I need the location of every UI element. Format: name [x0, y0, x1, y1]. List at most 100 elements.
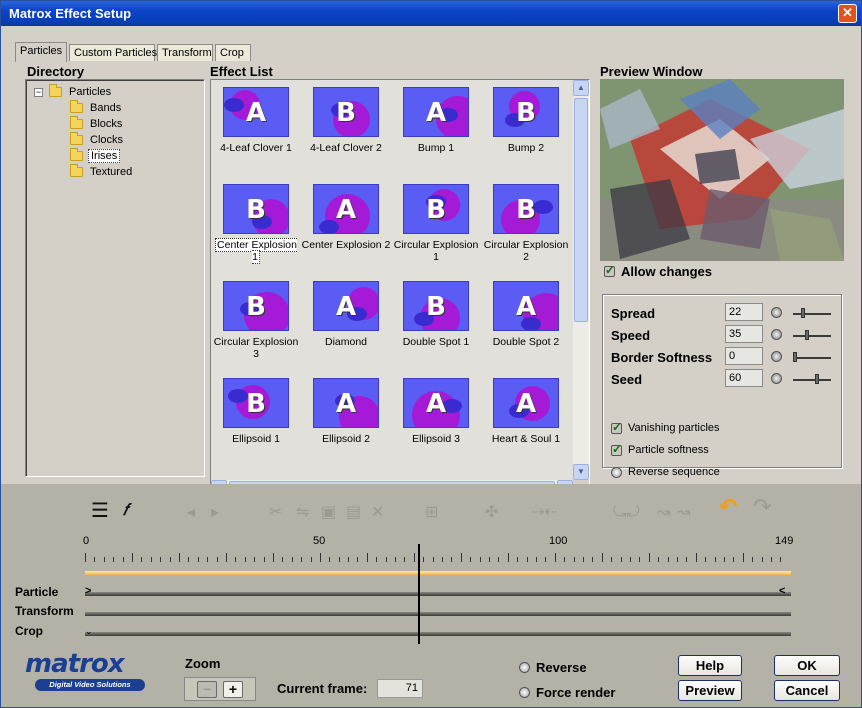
mirror-icon[interactable]: ⇢⇠ [531, 503, 558, 521]
effect-item[interactable]: B Circular Explosion 3 [211, 278, 301, 374]
spread-knob-icon[interactable] [771, 307, 782, 318]
effect-item[interactable]: B Circular Explosion 1 [391, 181, 481, 277]
border-softness-slider-thumb[interactable] [793, 352, 797, 362]
paste-special-icon[interactable]: ▤ [346, 503, 361, 521]
tab-crop[interactable]: Crop [215, 44, 251, 61]
undo-icon[interactable]: ↶ [719, 497, 737, 519]
track-end-marker[interactable]: < [779, 585, 785, 597]
seed-value-input[interactable]: 60 [725, 369, 763, 387]
tree-label: Particles [69, 86, 112, 98]
tree-item-textured[interactable]: Textured [70, 164, 134, 180]
ok-button[interactable]: OK [774, 655, 840, 676]
crop-track[interactable] [85, 632, 791, 636]
border-softness-knob-icon[interactable] [771, 351, 782, 362]
delete-icon[interactable]: ✕ [371, 503, 384, 521]
title-bar[interactable]: Matrox Effect Setup ✕ [1, 1, 861, 26]
zoom-out-button[interactable]: − [197, 681, 217, 698]
effect-item[interactable]: A Center Explosion 2 [301, 181, 391, 277]
border-softness-slider-track[interactable] [793, 357, 831, 359]
current-frame-input[interactable]: 71 [377, 679, 423, 698]
seed-slider-track[interactable] [793, 379, 831, 381]
vertical-scrollbar[interactable]: ▲ ▼ [573, 80, 589, 480]
effect-item[interactable]: B Ellipsoid 1 [211, 375, 301, 471]
next-keyframe-icon[interactable]: ▸ [211, 503, 219, 521]
effect-item[interactable]: A Ellipsoid 3 [391, 375, 481, 471]
particle-track[interactable] [85, 592, 791, 596]
cut-icon[interactable]: ✂ [269, 503, 282, 521]
tab-particles[interactable]: Particles [15, 42, 67, 62]
keyframe-list-icon[interactable]: ☰ [91, 500, 109, 520]
collapse-icon[interactable]: − [34, 87, 43, 97]
spread-slider-track[interactable] [793, 313, 831, 315]
tab-transform[interactable]: Transform [157, 44, 213, 61]
preview-header: Preview Window [600, 64, 703, 79]
close-button[interactable]: ✕ [838, 4, 857, 23]
vertical-scroll-thumb[interactable] [574, 98, 588, 322]
add-keyframe-icon[interactable]: ✣ [485, 503, 498, 521]
scroll-down-icon[interactable]: ▼ [573, 464, 589, 480]
fit-timeline-icon[interactable]: ⊞ [425, 503, 438, 521]
tree-item-bands[interactable]: Bands [70, 100, 123, 116]
transform-track[interactable] [85, 612, 791, 616]
seed-slider-thumb[interactable] [815, 374, 819, 384]
effect-item[interactable]: A Bump 1 [391, 84, 481, 180]
timeline-range-bar[interactable] [85, 571, 791, 576]
crop-track-marker[interactable]: ⌄ [85, 626, 93, 637]
tree-item-clocks[interactable]: Clocks [70, 132, 125, 148]
seed-knob-icon[interactable] [771, 373, 782, 384]
tree-item-irises[interactable]: Irises [70, 148, 121, 164]
preview-button[interactable]: Preview [678, 680, 742, 701]
ruler-tick [470, 557, 471, 562]
speed-slider-thumb[interactable] [805, 330, 809, 340]
scroll-up-icon[interactable]: ▲ [573, 80, 589, 96]
effect-item[interactable]: A Diamond [301, 278, 391, 374]
previous-keyframe-icon[interactable]: ◂ [187, 503, 195, 521]
allow-changes-checkbox[interactable]: Allow changes [604, 263, 712, 279]
help-button[interactable]: Help [678, 655, 742, 676]
vanishing-particles-checkbox[interactable]: Vanishing particles [611, 420, 720, 434]
keyframe-toggle-icon[interactable]: 𝑓 [123, 501, 128, 519]
effect-label-text: Circular Explosion 2 [483, 239, 569, 263]
effect-item[interactable]: B 4-Leaf Clover 2 [301, 84, 391, 180]
tree-item-blocks[interactable]: Blocks [70, 116, 124, 132]
flip-icon[interactable]: ⤿⤾ [613, 503, 640, 521]
spread-slider-thumb[interactable] [801, 308, 805, 318]
effect-item[interactable]: A 4-Leaf Clover 1 [211, 84, 301, 180]
redo-icon[interactable]: ↷ [753, 497, 771, 519]
reverse-radio[interactable]: Reverse [519, 660, 587, 675]
logo-word: matrox [25, 649, 125, 679]
effect-item[interactable]: A Ellipsoid 2 [301, 375, 391, 471]
effect-item[interactable]: B Double Spot 1 [391, 278, 481, 374]
tab-custom-particles[interactable]: Custom Particles [69, 44, 157, 61]
ease-in-icon[interactable]: ↝ [657, 503, 670, 521]
particle-softness-checkbox[interactable]: Particle softness [611, 442, 709, 456]
ease-out-icon[interactable]: ↝ [677, 503, 690, 521]
reverse-sequence-radio[interactable]: Reverse sequence [611, 466, 720, 478]
effect-item[interactable]: B Center Explosion 1 [211, 181, 301, 277]
border-softness-value-input[interactable]: 0 [725, 347, 763, 365]
ruler-tick [508, 553, 509, 562]
timeline-ruler[interactable]: 0 50 100 149 [83, 535, 793, 569]
track-start-marker[interactable]: > [85, 585, 91, 597]
speed-knob-icon[interactable] [771, 329, 782, 340]
speed-value-input[interactable]: 35 [725, 325, 763, 343]
effect-item[interactable]: B Circular Explosion 2 [481, 181, 571, 277]
ruler-tick [715, 557, 716, 562]
tree-root-particles[interactable]: − Particles [34, 84, 113, 100]
effect-item[interactable]: B Bump 2 [481, 84, 571, 180]
effect-label: Double Spot 2 [481, 336, 571, 348]
cancel-button[interactable]: Cancel [774, 680, 840, 701]
spread-value-input[interactable]: 22 [725, 303, 763, 321]
effect-item[interactable]: A Double Spot 2 [481, 278, 571, 374]
force-render-radio[interactable]: Force render [519, 685, 615, 700]
effect-item[interactable]: A Heart & Soul 1 [481, 375, 571, 471]
speed-slider-track[interactable] [793, 335, 831, 337]
copy-icon[interactable]: ⇋ [296, 503, 309, 521]
playhead[interactable] [418, 544, 420, 644]
paste-icon[interactable]: ▣ [321, 503, 336, 521]
zoom-in-button[interactable]: + [223, 681, 243, 698]
radio-icon [611, 466, 622, 478]
tree-label: Bands [90, 102, 122, 114]
ruler-tick [395, 557, 396, 562]
thumbnail-letter: A [515, 292, 537, 322]
